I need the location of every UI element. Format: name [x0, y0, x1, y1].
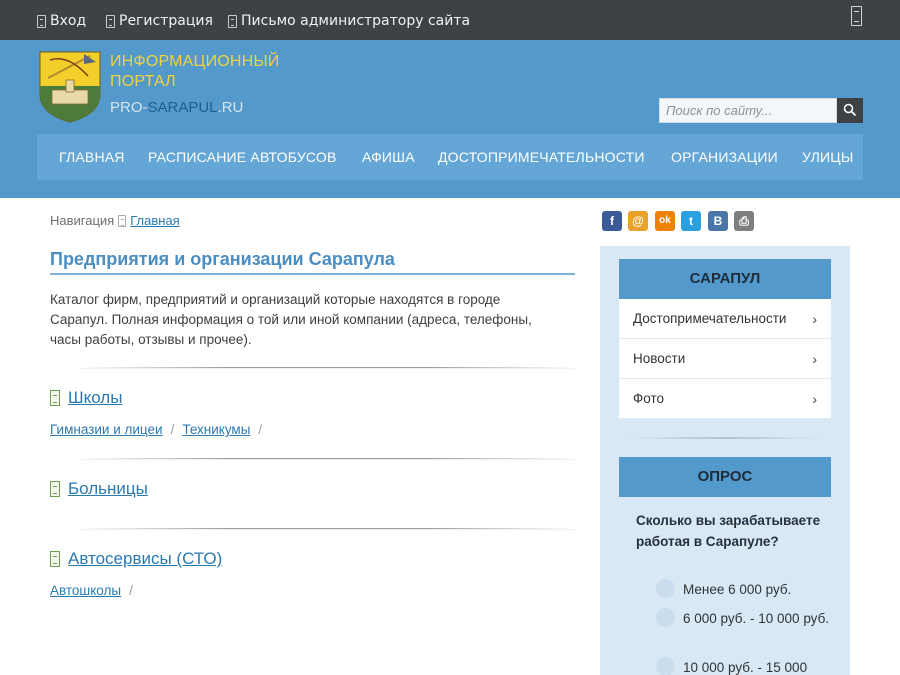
sidebar-heading-poll: ОПРОС: [619, 457, 831, 497]
category-link-schools[interactable]: Школы: [68, 388, 122, 408]
mail-ru-icon[interactable]: @: [628, 211, 648, 231]
sidebar-item-label: Фото: [633, 391, 665, 406]
logo-domain-mid: SARAPUL: [147, 99, 218, 116]
divider: [80, 528, 575, 529]
nav-afisha[interactable]: АФИША: [362, 149, 415, 165]
poll-option-label: Менее 6 000 руб.: [683, 582, 792, 597]
sidebar-item-label: Достопримечательности: [633, 311, 787, 326]
intro-line: Каталог фирм, предприятий и организаций …: [50, 292, 501, 307]
chevron-right-icon: ›: [812, 351, 817, 367]
breadcrumb-separator-icon: [118, 214, 127, 227]
facebook-icon[interactable]: f: [602, 211, 622, 231]
subcategories-schools: Гимназии и лицеи / Техникумы /: [50, 422, 262, 437]
nav-home[interactable]: ГЛАВНАЯ: [59, 149, 125, 165]
print-icon[interactable]: ⎙: [734, 211, 754, 231]
login-link[interactable]: Вход: [37, 13, 86, 29]
category-link-hospitals[interactable]: Больницы: [68, 479, 148, 499]
search-icon: [843, 103, 857, 117]
poll-radio[interactable]: [656, 657, 675, 675]
poll-option-label: 6 000 руб. - 10 000 руб.: [683, 611, 830, 626]
register-label: Регистрация: [119, 13, 213, 29]
register-link[interactable]: Регистрация: [106, 13, 213, 29]
folder-icon: [50, 390, 60, 406]
logo-domain-prefix: PRO-: [110, 99, 148, 116]
title-underline: [50, 273, 575, 275]
subcategory-separator: /: [170, 422, 175, 437]
poll-option-label: 10 000 руб. - 15 000: [683, 660, 808, 675]
nav-streets[interactable]: УЛИЦЫ: [802, 149, 853, 165]
mail-icon: [228, 14, 237, 28]
city-coat-of-arms-logo[interactable]: [38, 50, 102, 124]
login-icon: [37, 14, 46, 28]
folder-icon: [50, 551, 60, 567]
odnoklassniki-icon[interactable]: ok: [655, 211, 675, 231]
breadcrumb: Навигация Главная: [50, 213, 180, 228]
category-hospitals: Больницы: [50, 479, 148, 499]
nav-organizations[interactable]: ОРГАНИЗАЦИИ: [671, 149, 778, 165]
site-header: ИНФОРМАЦИОННЫЙ ПОРТАЛ PRO-SARAPUL.RU Пои…: [0, 40, 900, 198]
logo-title-line1: ИНФОРМАЦИОННЫЙ: [110, 53, 280, 70]
subcategory-separator: /: [129, 583, 133, 598]
subcategory-link[interactable]: Техникумы: [182, 422, 250, 437]
poll-radio[interactable]: [656, 608, 675, 627]
category-link-car-services[interactable]: Автосервисы (СТО): [68, 549, 222, 569]
subcategory-link[interactable]: Автошколы: [50, 583, 121, 598]
sidebar-heading-sarapul: САРАПУЛ: [619, 259, 831, 299]
poll-option[interactable]: 6 000 руб. - 10 000 руб.: [638, 608, 838, 629]
mobile-icon[interactable]: [851, 6, 862, 26]
nav-bus-schedule[interactable]: РАСПИСАНИЕ АВТОБУСОВ: [148, 149, 337, 165]
divider: [80, 458, 575, 459]
breadcrumb-label: Навигация: [50, 213, 115, 228]
poll-option[interactable]: Менее 6 000 руб.: [638, 579, 838, 600]
folder-icon: [50, 481, 60, 497]
main-nav: ГЛАВНАЯ РАСПИСАНИЕ АВТОБУСОВ АФИША ДОСТО…: [37, 134, 863, 180]
nav-sights[interactable]: ДОСТОПРИМЕЧАТЕЛЬНОСТИ: [438, 149, 645, 165]
page-title: Предприятия и организации Сарапула: [50, 249, 395, 269]
sidebar-item-label: Новости: [633, 351, 686, 366]
top-bar: Вход Регистрация Письмо администратору с…: [0, 0, 900, 40]
sidebar-item-news[interactable]: Новости ›: [619, 339, 831, 379]
twitter-icon[interactable]: t: [681, 211, 701, 231]
subcategories-car-services: Автошколы /: [50, 583, 133, 598]
mail-admin-label: Письмо администратору сайта: [241, 13, 471, 29]
category-car-services: Автосервисы (СТО): [50, 549, 222, 569]
logo-domain[interactable]: PRO-SARAPUL.RU: [110, 99, 243, 116]
sidebar-item-sights[interactable]: Достопримечательности ›: [619, 299, 831, 339]
search-input[interactable]: Поиск по сайту...: [659, 98, 837, 123]
mail-admin-link[interactable]: Письмо администратору сайта: [228, 13, 470, 29]
subcategory-link[interactable]: Гимназии и лицеи: [50, 422, 163, 437]
breadcrumb-home-link[interactable]: Главная: [130, 213, 179, 228]
search-button[interactable]: [837, 98, 863, 123]
divider: [80, 367, 575, 368]
intro-text: Каталог фирм, предприятий и организаций …: [50, 290, 575, 350]
logo-title-line2: ПОРТАЛ: [110, 73, 176, 90]
vk-icon[interactable]: B: [708, 211, 728, 231]
poll-radio[interactable]: [656, 579, 675, 598]
logo-title[interactable]: ИНФОРМАЦИОННЫЙ ПОРТАЛ: [110, 52, 280, 92]
sidebar-item-photo[interactable]: Фото ›: [619, 379, 831, 419]
poll-question: Сколько вы зарабатываете работая в Сарап…: [636, 513, 821, 549]
category-schools: Школы: [50, 388, 122, 408]
intro-line: часы работы, отзывы и прочее).: [50, 332, 252, 347]
logo-domain-suffix: .RU: [217, 99, 244, 116]
sidebar-divider: [630, 437, 820, 439]
sidebar: САРАПУЛ Достопримечательности › Новости …: [600, 246, 850, 675]
subcategory-separator: /: [258, 422, 263, 437]
login-label: Вход: [50, 13, 87, 29]
chevron-right-icon: ›: [812, 311, 817, 327]
intro-line: Сарапул. Полная информация о той или ино…: [50, 312, 532, 327]
poll-option[interactable]: 10 000 руб. - 15 000: [638, 657, 838, 675]
register-icon: [106, 14, 115, 28]
chevron-right-icon: ›: [812, 391, 817, 407]
